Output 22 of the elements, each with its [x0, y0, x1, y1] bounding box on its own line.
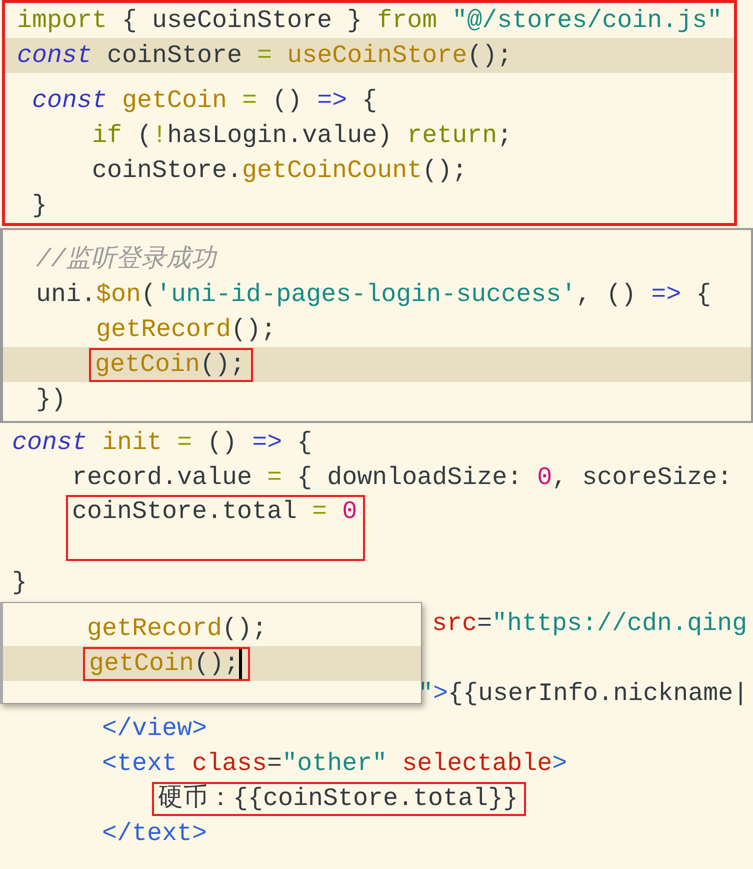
code-text: const getCoin = () => {: [31, 86, 378, 116]
code-text: }): [35, 384, 66, 414]
code-text: 硬币：{{coinStore.total}}: [152, 782, 526, 816]
code-text: coinStore.total = 0: [66, 495, 366, 561]
code-text: </view>: [101, 714, 208, 744]
code-text: getRecord();: [86, 614, 268, 644]
code-text: const coinStore = useCoinStore();: [17, 40, 512, 70]
code-text: coinStore.getCoinCount();: [91, 156, 468, 186]
code-text: }: [31, 190, 48, 220]
code-text: record.value = { downloadSize: 0, scoreSize:: [71, 462, 732, 492]
code-text: //监听登录成功: [35, 244, 216, 274]
code-text: if (!hasLogin.value) return;: [91, 120, 512, 150]
code-text: import { useCoinStore } from "@/stores/coin.js": [17, 6, 722, 36]
code-text: src="https://cdn.qing: [432, 608, 748, 638]
code-text: uni.$on('uni-id-pages-login-success', () => {: [35, 280, 712, 310]
code-text: getCoin();: [83, 646, 250, 680]
code-text: }: [12, 568, 28, 598]
code-text: const init = () => {: [12, 428, 312, 458]
code-text: <text class="other" selectable>: [101, 748, 568, 778]
code-text: getRecord();: [95, 314, 276, 344]
code-text: getCoin();: [89, 348, 254, 382]
code-text: </text>: [101, 818, 208, 848]
